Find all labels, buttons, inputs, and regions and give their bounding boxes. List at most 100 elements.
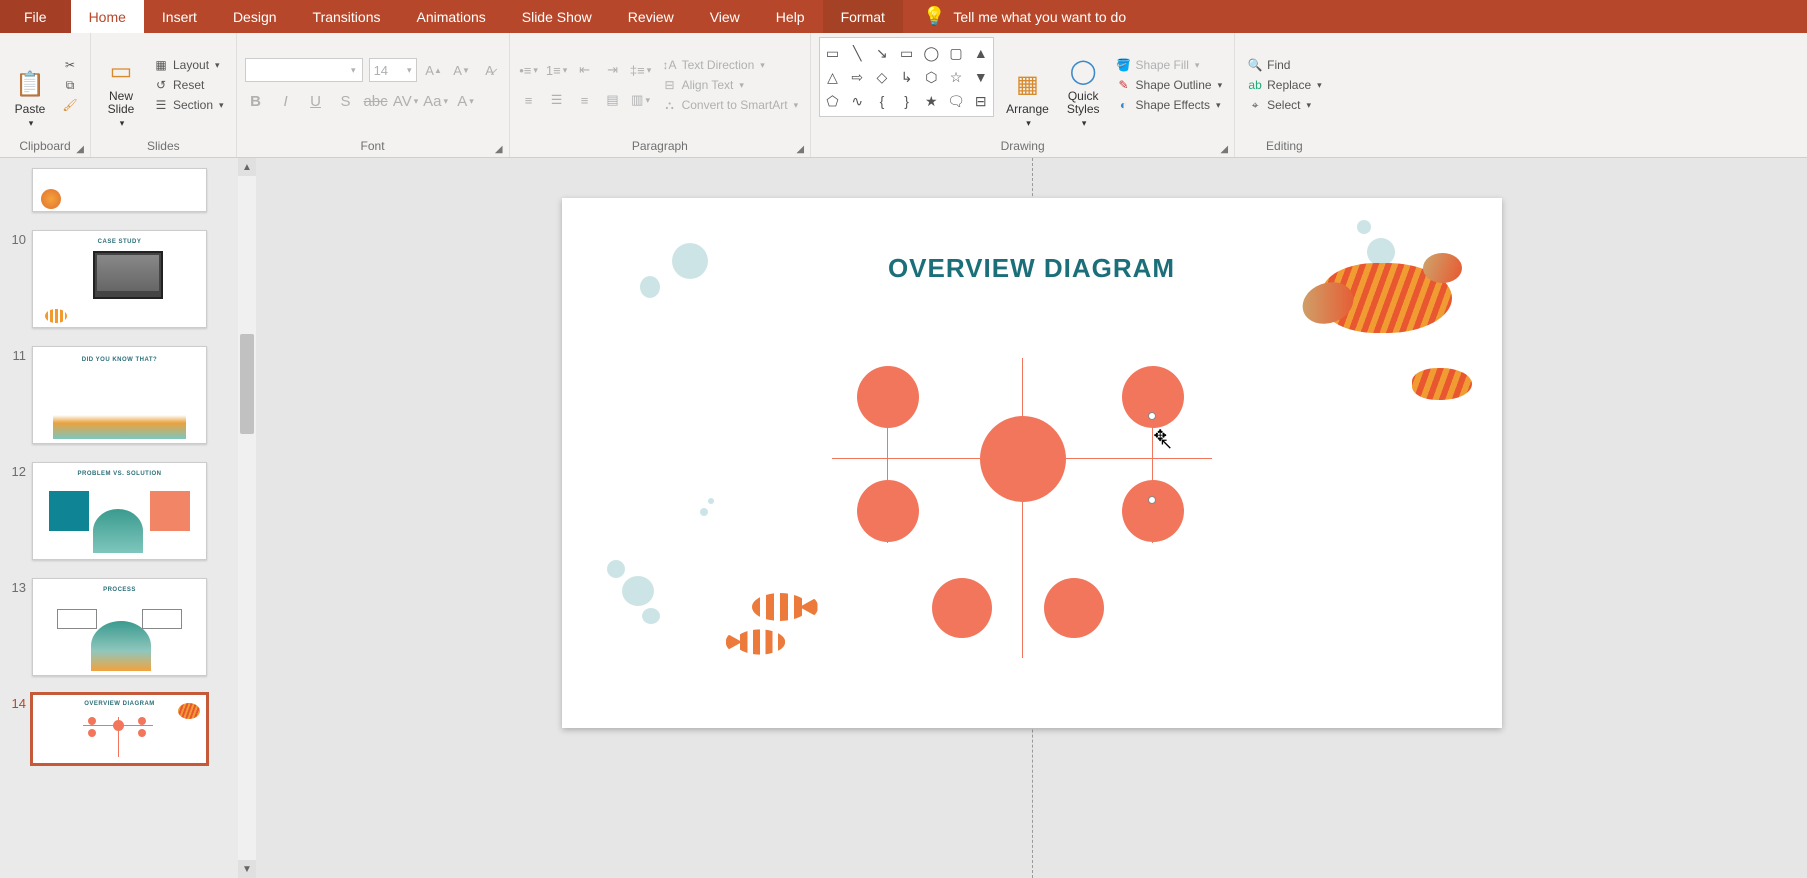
text-direction-button[interactable]: ↕AText Direction▾ — [658, 56, 803, 74]
underline-button[interactable]: U — [305, 90, 327, 112]
scroll-handle[interactable] — [240, 334, 254, 434]
italic-button[interactable]: I — [275, 90, 297, 112]
new-slide-button[interactable]: ▭ New Slide ▾ — [99, 37, 143, 133]
bold-button[interactable]: B — [245, 90, 267, 112]
thumbnail-row[interactable]: 10 CASE STUDY — [0, 224, 256, 340]
diagram-node[interactable] — [932, 578, 992, 638]
decrease-indent-button[interactable]: ⇤ — [574, 59, 596, 81]
shrink-font-button[interactable]: A▼ — [451, 59, 473, 81]
tab-file[interactable]: File — [0, 0, 71, 33]
quick-styles-button[interactable]: ◯ Quick Styles ▾ — [1061, 37, 1106, 133]
selection-handle[interactable] — [1148, 496, 1156, 504]
clear-formatting-button[interactable]: A̷ — [479, 59, 501, 81]
thumbnails-scrollbar[interactable]: ▲ ▼ — [238, 158, 256, 878]
shape-effects-button[interactable]: ◐Shape Effects▾ — [1112, 96, 1227, 114]
diagram-node[interactable] — [857, 366, 919, 428]
gallery-up-icon[interactable]: ▲ — [970, 43, 991, 63]
font-family-combo[interactable]: ▾ — [245, 58, 363, 82]
convert-smartart-button[interactable]: ⛬Convert to SmartArt▾ — [658, 96, 803, 114]
char-spacing-button[interactable]: AV▾ — [395, 90, 417, 112]
dialog-launcher-icon[interactable]: ◢ — [76, 144, 84, 155]
shape-oval-icon[interactable]: ◯ — [921, 43, 942, 63]
shape-roundrect-icon[interactable]: ▢ — [946, 43, 967, 63]
thumbnail-row[interactable]: 12 PROBLEM VS. SOLUTION — [0, 456, 256, 572]
section-button[interactable]: ☰Section▾ — [149, 96, 228, 114]
line-spacing-button[interactable]: ‡≡▾ — [630, 59, 652, 81]
reset-button[interactable]: ↺Reset — [149, 76, 228, 94]
shape-hexagon-icon[interactable]: ⬡ — [921, 67, 942, 87]
tab-home[interactable]: Home — [71, 0, 144, 33]
shape-fill-button[interactable]: 🪣Shape Fill▾ — [1112, 56, 1227, 74]
align-text-button[interactable]: ⊟Align Text▾ — [658, 76, 803, 94]
grow-font-button[interactable]: A▲ — [423, 59, 445, 81]
slide-thumbnail[interactable]: CASE STUDY — [32, 230, 207, 328]
tab-format[interactable]: Format — [823, 0, 903, 33]
shape-arrow-icon[interactable]: ⇨ — [847, 67, 868, 87]
numbering-button[interactable]: 1≡▾ — [546, 59, 568, 81]
cut-button[interactable]: ✂ — [58, 56, 82, 74]
thumbnail-row[interactable]: 11 DID YOU KNOW THAT? — [0, 340, 256, 456]
shape-arrowline-icon[interactable]: ↘ — [872, 43, 893, 63]
copy-button[interactable]: ⧉ — [58, 76, 82, 94]
shape-brace-r-icon[interactable]: } — [896, 91, 917, 111]
shape-textbox-icon[interactable]: ▭ — [822, 43, 843, 63]
slide-thumbnail-active[interactable]: OVERVIEW DIAGRAM — [32, 694, 207, 764]
tab-help[interactable]: Help — [758, 0, 823, 33]
shape-star-icon[interactable]: ☆ — [946, 67, 967, 87]
slide-canvas[interactable]: OVERVIEW DIAGRAM — [562, 198, 1502, 728]
slide-thumbnail[interactable] — [32, 168, 207, 212]
bullets-button[interactable]: •≡▾ — [518, 59, 540, 81]
tab-slideshow[interactable]: Slide Show — [504, 0, 610, 33]
dialog-launcher-icon[interactable]: ◢ — [495, 144, 503, 155]
shape-star5-icon[interactable]: ★ — [921, 91, 942, 111]
shape-rect-icon[interactable]: ▭ — [896, 43, 917, 63]
change-case-button[interactable]: Aa▾ — [425, 90, 447, 112]
justify-button[interactable]: ▤ — [602, 89, 624, 111]
shape-curve-icon[interactable]: ∿ — [847, 91, 868, 111]
shape-callout-icon[interactable]: 🗨 — [946, 91, 967, 111]
slide-thumbnail[interactable]: PROCESS — [32, 578, 207, 676]
overview-diagram[interactable] — [832, 358, 1232, 658]
tab-design[interactable]: Design — [215, 0, 295, 33]
align-left-button[interactable]: ≡ — [518, 89, 540, 111]
tell-me-search[interactable]: 💡 Tell me what you want to do — [923, 6, 1126, 27]
shape-brace-l-icon[interactable]: { — [872, 91, 893, 111]
slide-thumbnail[interactable]: PROBLEM VS. SOLUTION — [32, 462, 207, 560]
slide-thumbnail[interactable]: DID YOU KNOW THAT? — [32, 346, 207, 444]
shape-connector-icon[interactable]: ↳ — [896, 67, 917, 87]
slide-editor[interactable]: OVERVIEW DIAGRAM — [256, 158, 1807, 878]
align-center-button[interactable]: ☰ — [546, 89, 568, 111]
thumbnail-row[interactable]: 14 OVERVIEW DIAGRAM — [0, 688, 256, 776]
replace-button[interactable]: abReplace▾ — [1243, 76, 1326, 94]
diagram-node-center[interactable] — [980, 416, 1066, 502]
dialog-launcher-icon[interactable]: ◢ — [796, 144, 804, 155]
align-right-button[interactable]: ≡ — [574, 89, 596, 111]
paste-button[interactable]: 📋 Paste ▾ — [8, 37, 52, 133]
shape-line-icon[interactable]: ╲ — [847, 43, 868, 63]
scroll-down-button[interactable]: ▼ — [238, 860, 256, 878]
thumbnail-row[interactable]: 13 PROCESS — [0, 572, 256, 688]
arrange-button[interactable]: ▦ Arrange ▾ — [1000, 37, 1055, 133]
tab-transitions[interactable]: Transitions — [295, 0, 399, 33]
tab-insert[interactable]: Insert — [144, 0, 215, 33]
tab-review[interactable]: Review — [610, 0, 692, 33]
gallery-more-icon[interactable]: ⊟ — [970, 91, 991, 111]
font-color-button[interactable]: A▾ — [455, 90, 477, 112]
diagram-node[interactable] — [1044, 578, 1104, 638]
shape-triangle-icon[interactable]: △ — [822, 67, 843, 87]
tab-animations[interactable]: Animations — [398, 0, 503, 33]
thumbnail-row[interactable] — [0, 162, 256, 224]
shadow-button[interactable]: S — [335, 90, 357, 112]
find-button[interactable]: 🔍Find — [1243, 56, 1326, 74]
shapes-gallery[interactable]: ▭ ╲ ↘ ▭ ◯ ▢ ▲ △ ⇨ ◇ ↳ ⬡ ☆ ▼ ⬠ ∿ { } ★ 🗨 — [819, 37, 994, 117]
strikethrough-button[interactable]: abc — [365, 90, 387, 112]
scroll-up-button[interactable]: ▲ — [238, 158, 256, 176]
select-button[interactable]: ⌖Select▾ — [1243, 96, 1326, 114]
format-painter-button[interactable]: 🖌 — [58, 96, 82, 114]
selection-handle[interactable] — [1148, 412, 1156, 420]
font-size-combo[interactable]: 14▾ — [369, 58, 417, 82]
shape-diamond-icon[interactable]: ◇ — [872, 67, 893, 87]
gallery-down-icon[interactable]: ▼ — [970, 67, 991, 87]
columns-button[interactable]: ▥▾ — [630, 89, 652, 111]
layout-button[interactable]: ▦Layout▾ — [149, 56, 228, 74]
